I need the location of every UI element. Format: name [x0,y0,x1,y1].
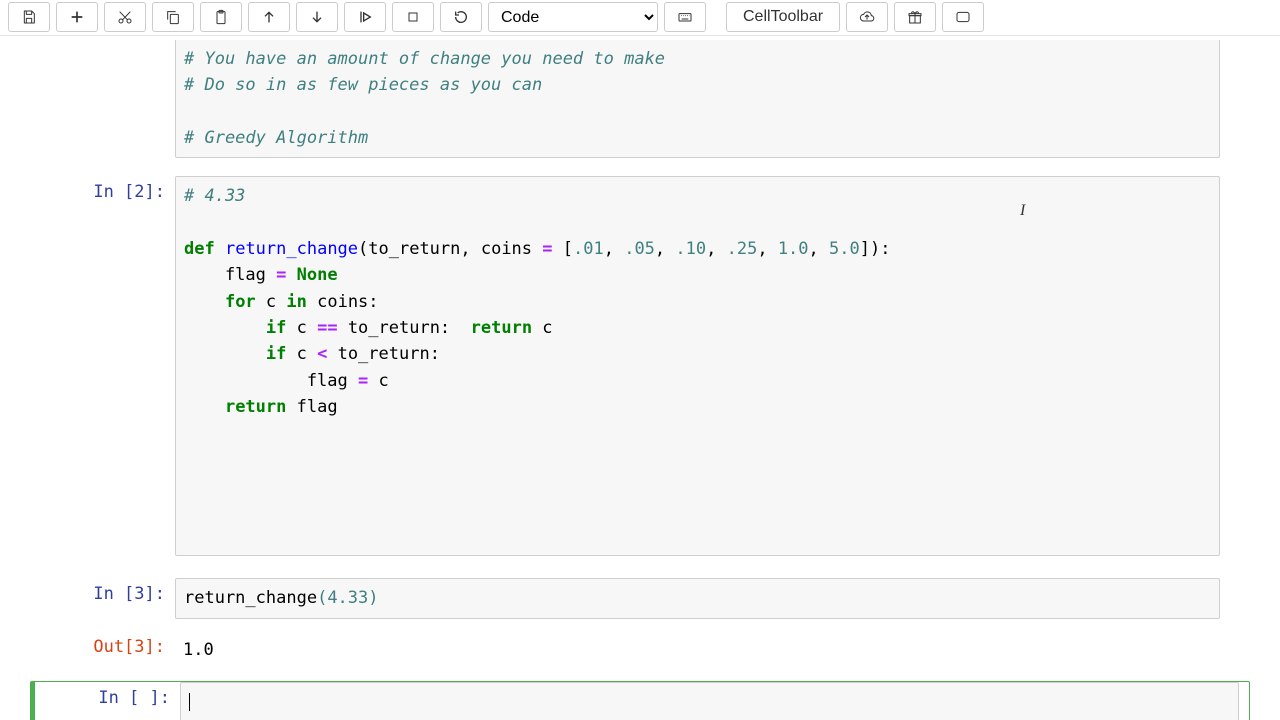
paste-button[interactable] [200,2,242,32]
prompt-cell-3: In [3]: [0,578,175,604]
copy-button[interactable] [152,2,194,32]
code-cell-1-partial: # You have an amount of change you need … [0,40,1280,158]
notebook-area[interactable]: # You have an amount of change you need … [0,36,1280,720]
move-down-button[interactable] [296,2,338,32]
output-cell-3: Out[3]: 1.0 [0,631,1280,669]
run-button[interactable] [344,2,386,32]
code-cell-2: In [2]: # 4.33 def return_change(to_retu… [0,176,1280,556]
code-input-2[interactable]: # 4.33 def return_change(to_return, coin… [175,176,1220,556]
prompt-out-3: Out[3]: [0,631,175,657]
code-input-3[interactable]: return_change(4.33) [175,578,1220,618]
celltype-select[interactable]: Code [488,2,658,32]
celltype-wrap: Code [488,2,658,32]
toolbar: Code CellToolbar [0,0,1280,36]
code-cell-4-selected[interactable]: In [ ]: [30,681,1250,720]
code-input-1[interactable]: # You have an amount of change you need … [175,40,1220,158]
celltoolbar-button[interactable]: CellToolbar [726,2,840,32]
prompt-cell-1 [0,40,175,46]
interrupt-button[interactable] [392,2,434,32]
text-cursor-icon: I [1020,202,1025,220]
save-button[interactable] [8,2,50,32]
code-input-4[interactable] [180,682,1239,720]
prompt-cell-4: In [ ]: [35,682,180,708]
restart-button[interactable] [440,2,482,32]
keyboard-button[interactable] [664,2,706,32]
gift-button[interactable] [894,2,936,32]
move-up-button[interactable] [248,2,290,32]
cloud-upload-button[interactable] [846,2,888,32]
code-cell-3: In [3]: return_change(4.33) [0,578,1280,618]
add-cell-button[interactable] [56,2,98,32]
presentation-button[interactable] [942,2,984,32]
prompt-cell-2: In [2]: [0,176,175,202]
output-value-3: 1.0 [175,631,1220,669]
cut-button[interactable] [104,2,146,32]
caret-icon [189,693,190,711]
